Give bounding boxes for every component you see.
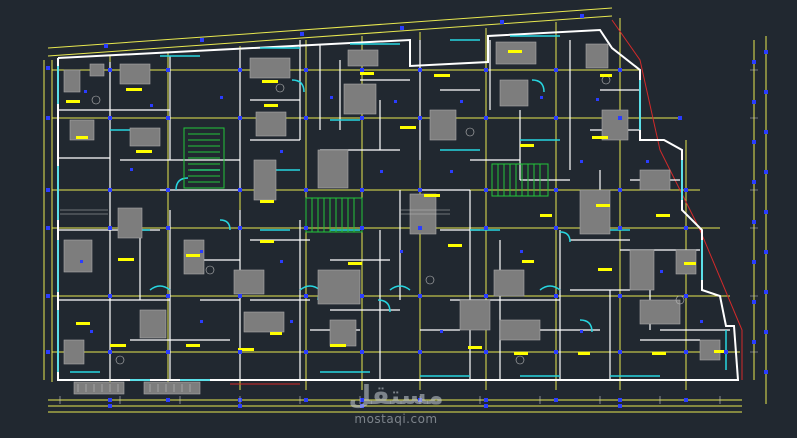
watermark: مستقل mostaqi.com [336,380,456,432]
watermark-caption: mostaqi.com [354,412,438,426]
room-tags [66,50,726,355]
stair-cores [183,127,549,233]
structural-columns [46,14,768,408]
furniture-blocks [63,41,721,395]
cad-drawing-canvas[interactable] [0,0,797,438]
watermark-logo: مستقل [348,381,444,411]
